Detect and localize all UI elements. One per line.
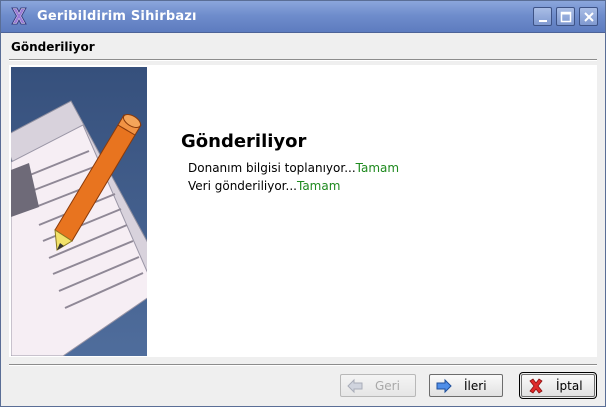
arrow-left-icon [347, 378, 363, 394]
status-line-text: Veri gönderiliyor... [188, 179, 297, 193]
content-area: Gönderiliyor Donanım bilgisi toplanıyor.… [9, 65, 597, 357]
status-line-upload: Veri gönderiliyor...Tamam [188, 179, 340, 193]
maximize-icon [560, 11, 572, 23]
minimize-button[interactable] [533, 7, 552, 26]
status-ok-label: Tamam [355, 161, 400, 175]
title-bar[interactable]: Geribildirim Sihirbazı [1, 1, 605, 33]
back-button[interactable]: Geri [340, 374, 416, 397]
cancel-button[interactable]: İptal [519, 372, 597, 399]
next-button[interactable]: İleri [429, 374, 503, 397]
close-icon [584, 12, 594, 22]
red-x-icon [529, 378, 543, 394]
app-x-icon [11, 7, 27, 25]
status-line-hardware: Donanım bilgisi toplanıyor...Tamam [188, 161, 399, 175]
minimize-icon [539, 20, 547, 22]
cancel-button-label: İptal [556, 379, 583, 393]
wizard-window: Geribildirim Sihirbazı Gönderiliyor Gönd… [0, 0, 606, 407]
back-button-label: Geri [375, 379, 400, 393]
status-ok-label: Tamam [296, 179, 341, 193]
content-heading: Gönderiliyor [181, 131, 307, 152]
header-separator [9, 59, 597, 61]
arrow-right-icon [436, 378, 452, 394]
window-title: Geribildirim Sihirbazı [37, 9, 197, 24]
next-button-label: İleri [464, 379, 487, 393]
close-button[interactable] [579, 7, 598, 26]
footer-separator [9, 364, 597, 366]
page-header-title: Gönderiliyor [11, 40, 95, 54]
document-pencil-illustration [11, 67, 147, 356]
maximize-button[interactable] [556, 7, 575, 26]
status-line-text: Donanım bilgisi toplanıyor... [188, 161, 356, 175]
